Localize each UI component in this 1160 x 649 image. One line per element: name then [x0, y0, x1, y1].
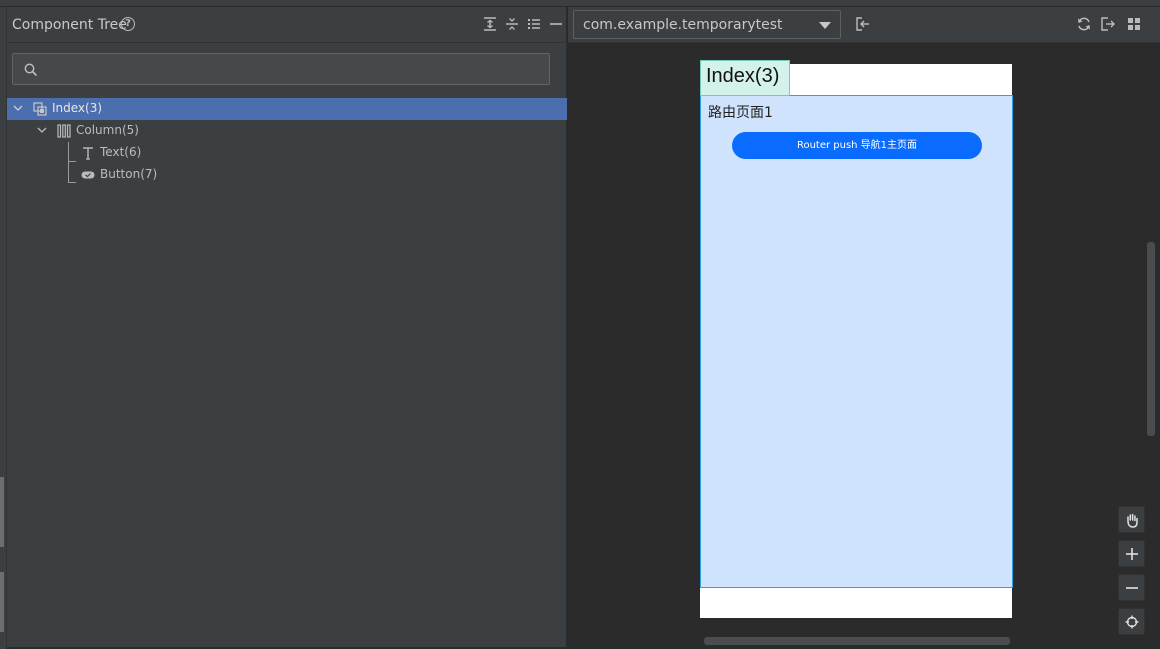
tree-node-column[interactable]: Column(5) — [7, 120, 567, 142]
minimize-icon[interactable] — [548, 16, 564, 32]
index-label-text: Index(3) — [706, 65, 780, 87]
button-pill-icon — [81, 171, 95, 179]
index-component-label[interactable]: Index(3) — [700, 60, 790, 96]
tree-node-index[interactable]: Index(3) — [7, 98, 567, 120]
search-icon — [24, 63, 38, 77]
expand-all-icon[interactable] — [482, 16, 498, 32]
tree-node-label: Button(7) — [100, 167, 158, 181]
zoom-out-button[interactable] — [1118, 574, 1145, 601]
preview-toolbar: com.example.temporarytest — [568, 7, 1160, 43]
component-tree-panel: Component Tree ? Index(3) Column(5) Text… — [7, 7, 567, 647]
top-strip — [0, 0, 1160, 7]
disconnect-icon[interactable] — [855, 16, 871, 32]
panel-title: Component Tree — [12, 17, 127, 33]
zoom-in-button[interactable] — [1118, 540, 1145, 567]
export-icon[interactable] — [1100, 16, 1116, 32]
crosshair-icon — [1125, 615, 1139, 629]
component-tree-header: Component Tree ? — [7, 7, 567, 43]
refresh-icon[interactable] — [1076, 16, 1092, 32]
text-t-icon — [83, 147, 93, 160]
router-push-button[interactable]: Router push 导航1主页面 — [732, 132, 982, 159]
list-view-icon[interactable] — [526, 16, 542, 32]
column-component-highlight[interactable]: 路由页面1 Router push 导航1主页面 — [700, 95, 1013, 588]
minus-icon — [1126, 587, 1138, 589]
left-tool-strip — [0, 7, 7, 649]
search-input[interactable] — [12, 53, 550, 85]
page-text[interactable]: 路由页面1 — [708, 102, 773, 122]
dropdown-arrow-icon — [819, 22, 831, 29]
chevron-down-icon[interactable] — [12, 102, 24, 114]
column-icon — [57, 124, 71, 138]
fit-to-screen-button[interactable] — [1118, 608, 1145, 635]
chevron-down-icon[interactable] — [36, 124, 48, 136]
tree-node-label: Index(3) — [52, 101, 103, 115]
page-icon — [33, 102, 47, 116]
plus-icon — [1126, 548, 1138, 560]
hand-icon — [1127, 513, 1138, 528]
vertical-scrollbar[interactable] — [1147, 242, 1155, 436]
tree-node-label: Column(5) — [76, 123, 139, 137]
help-icon[interactable]: ? — [121, 17, 135, 31]
tree-node-label: Text(6) — [100, 145, 142, 159]
tree-node-text[interactable]: Text(6) — [7, 142, 567, 164]
horizontal-scrollbar[interactable] — [704, 637, 1010, 645]
pan-tool-button[interactable] — [1118, 506, 1145, 533]
collapse-all-icon[interactable] — [504, 16, 520, 32]
side-tool-tab[interactable] — [0, 477, 4, 547]
grid-layout-icon[interactable] — [1126, 16, 1142, 32]
side-tool-tab[interactable] — [0, 572, 4, 632]
process-select[interactable]: com.example.temporarytest — [573, 10, 841, 39]
tree-node-button[interactable]: Button(7) — [7, 164, 567, 186]
process-select-value: com.example.temporarytest — [583, 17, 783, 33]
